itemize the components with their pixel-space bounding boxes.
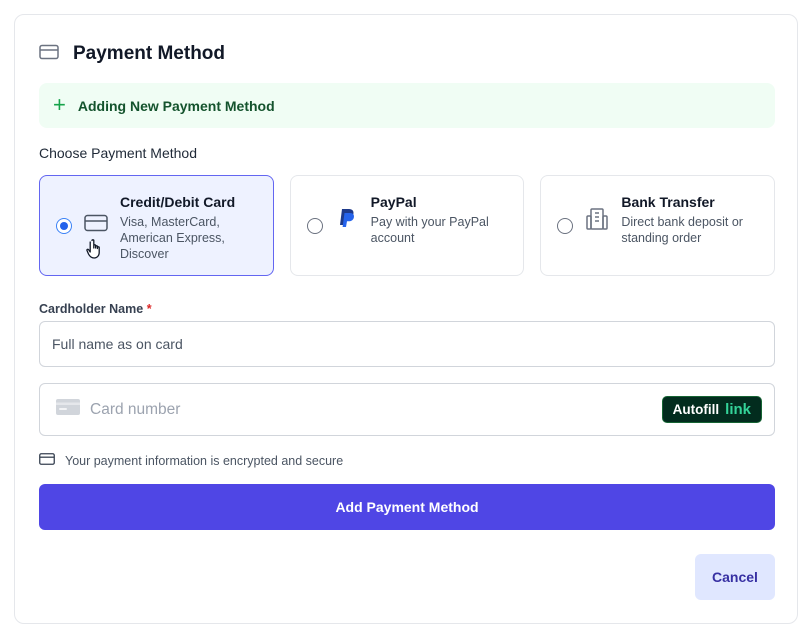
method-description: Visa, MasterCard, American Express, Disc… [120,215,225,261]
credit-card-icon [39,453,55,468]
add-payment-method-button[interactable]: Add Payment Method [39,484,775,530]
paypal-icon [337,208,357,235]
credit-card-icon [39,44,59,65]
bank-building-icon [585,207,609,236]
method-paypal[interactable]: PayPal Pay with your PayPal account [289,175,525,276]
cardholder-name-label: Cardholder Name * [39,302,152,316]
method-radio-credit-card[interactable] [56,218,72,234]
required-marker: * [146,302,152,316]
cardholder-name-input[interactable] [39,321,775,367]
method-radio-paypal[interactable] [306,218,323,234]
payment-method-options: Credit/Debit Card Visa, MasterCard, Amer… [39,175,776,276]
security-note-text: Your payment information is encrypted an… [65,453,344,468]
method-credit-card[interactable]: Credit/Debit Card Visa, MasterCard, Amer… [39,175,274,276]
method-title: Credit/Debit Card [120,194,236,210]
method-description: Direct bank deposit or standing order [621,215,743,245]
generic-card-icon [56,399,80,420]
payment-method-card: Payment Method + Adding New Payment Meth… [14,14,798,624]
autofill-link-button[interactable]: Autofill link [661,396,762,423]
adding-banner: + Adding New Payment Method [39,83,775,128]
autofill-label: Autofill [672,402,720,417]
banner-text: Adding New Payment Method [77,97,275,114]
link-logo: link [725,401,751,418]
hand-cursor-icon [86,238,104,265]
method-description: Pay with your PayPal account [370,215,489,245]
method-title: Bank Transfer [621,194,715,210]
credit-card-icon [84,214,108,237]
page-title: Payment Method [73,43,226,64]
choose-method-label: Choose Payment Method [39,145,197,161]
method-bank-transfer[interactable]: Bank Transfer Direct bank deposit or sta… [540,175,776,276]
security-note: Your payment information is encrypted an… [39,453,343,468]
plus-icon: + [53,91,66,117]
cardholder-label-text: Cardholder Name [39,302,144,316]
card-number-field[interactable]: Autofill link [39,383,775,436]
card-header: Payment Method [39,43,225,65]
card-number-input[interactable] [90,400,630,419]
method-radio-bank-transfer[interactable] [557,218,574,234]
method-title: PayPal [370,194,417,210]
cancel-button[interactable]: Cancel [695,554,775,600]
